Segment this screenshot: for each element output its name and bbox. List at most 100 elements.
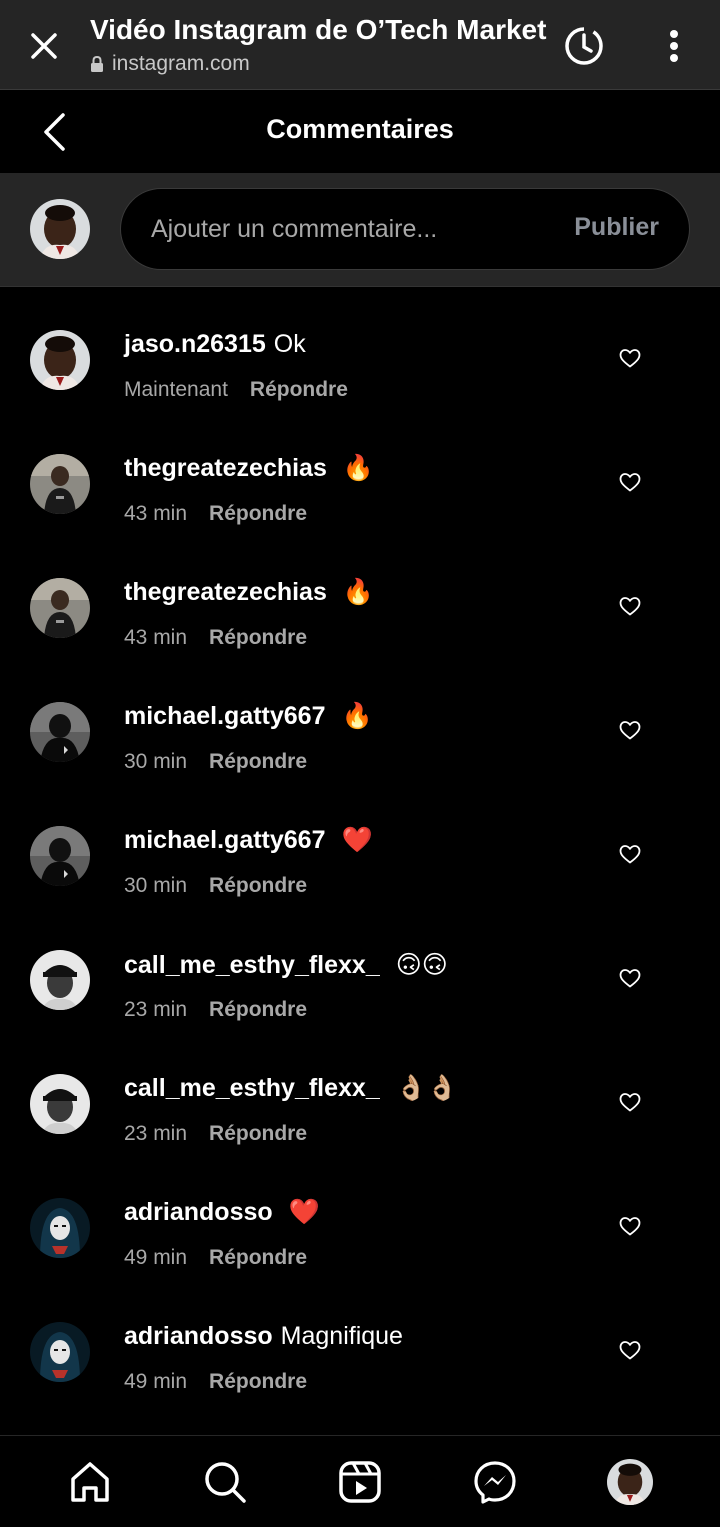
reply-button[interactable]: Répondre bbox=[209, 626, 307, 650]
comment-meta: Maintenant Répondre bbox=[124, 378, 348, 402]
comment-username[interactable]: call_me_esthy_flexx_ bbox=[124, 951, 380, 980]
search-icon[interactable] bbox=[201, 1458, 249, 1506]
avatar[interactable] bbox=[30, 702, 90, 762]
reply-button[interactable]: Répondre bbox=[209, 750, 307, 774]
comments-list: jaso.n26315 Ok Maintenant Répondre thegreate… bbox=[0, 310, 720, 1426]
more-vertical-icon[interactable] bbox=[654, 22, 694, 70]
heart-icon[interactable] bbox=[614, 1086, 646, 1118]
reels-icon[interactable] bbox=[336, 1458, 384, 1506]
heart-icon[interactable] bbox=[614, 1210, 646, 1242]
heart-icon[interactable] bbox=[614, 466, 646, 498]
comment-line: michael.gatty667 🔥 bbox=[124, 702, 373, 731]
reply-button[interactable]: Répondre bbox=[209, 998, 307, 1022]
comment-time: 49 min bbox=[124, 1246, 188, 1269]
heart-icon[interactable] bbox=[614, 590, 646, 622]
comment-row: call_me_esthy_flexx_ 👌🏼👌🏼 23 min Répondre bbox=[0, 1054, 720, 1178]
comment-emoji: ❤️ bbox=[341, 826, 373, 854]
comment-row: call_me_esthy_flexx_ 🙃🙃 23 min Répondre bbox=[0, 930, 720, 1054]
comment-line: adriandosso ❤️ bbox=[124, 1198, 320, 1227]
comment-emoji: 🔥 bbox=[341, 702, 373, 730]
comment-username[interactable]: michael.gatty667 bbox=[124, 826, 326, 855]
reply-button[interactable]: Répondre bbox=[209, 502, 307, 526]
comment-username[interactable]: jaso.n26315 bbox=[124, 330, 266, 359]
avatar bbox=[30, 199, 90, 259]
comment-text: Ok bbox=[273, 330, 306, 358]
reply-button[interactable]: Répondre bbox=[209, 1122, 307, 1146]
avatar[interactable] bbox=[30, 330, 90, 390]
page-header: Commentaires bbox=[0, 90, 720, 174]
avatar[interactable] bbox=[30, 454, 90, 514]
browser-title: Vidéo Instagram de O’Tech Market bbox=[90, 14, 547, 45]
comment-time: 43 min bbox=[124, 626, 188, 649]
comment-text: Magnifique bbox=[280, 1322, 403, 1350]
comment-username[interactable]: adriandosso bbox=[124, 1322, 273, 1351]
comment-username[interactable]: thegreatezechias bbox=[124, 578, 327, 607]
history-icon[interactable] bbox=[556, 22, 610, 70]
profile-avatar[interactable] bbox=[607, 1459, 653, 1505]
lock-icon bbox=[91, 55, 103, 72]
comment-row: thegreatezechias 🔥 43 min Répondre bbox=[0, 434, 720, 558]
heart-icon[interactable] bbox=[614, 962, 646, 994]
comment-emoji: ❤️ bbox=[288, 1198, 320, 1226]
comment-row: adriandosso Magnifique 49 min Répondre bbox=[0, 1302, 720, 1426]
avatar[interactable] bbox=[30, 1322, 90, 1382]
comment-meta: 49 min Répondre bbox=[124, 1370, 307, 1394]
comment-meta: 23 min Répondre bbox=[124, 998, 307, 1022]
avatar[interactable] bbox=[30, 1074, 90, 1134]
comment-username[interactable]: adriandosso bbox=[124, 1198, 273, 1227]
heart-icon[interactable] bbox=[614, 342, 646, 374]
comment-line: thegreatezechias 🔥 bbox=[124, 578, 374, 607]
comment-meta: 30 min Répondre bbox=[124, 874, 307, 898]
comment-username[interactable]: call_me_esthy_flexx_ bbox=[124, 1074, 380, 1103]
comment-meta: 43 min Répondre bbox=[124, 502, 307, 526]
comment-time: 23 min bbox=[124, 1122, 188, 1145]
avatar[interactable] bbox=[30, 826, 90, 886]
comment-time: Maintenant bbox=[124, 378, 228, 401]
comment-row: adriandosso ❤️ 49 min Répondre bbox=[0, 1178, 720, 1302]
comment-line: adriandosso Magnifique bbox=[124, 1322, 411, 1351]
comment-time: 30 min bbox=[124, 750, 188, 773]
comment-meta: 23 min Répondre bbox=[124, 1122, 307, 1146]
comment-time: 43 min bbox=[124, 502, 188, 525]
heart-icon[interactable] bbox=[614, 838, 646, 870]
comment-line: michael.gatty667 ❤️ bbox=[124, 826, 373, 855]
comment-line: call_me_esthy_flexx_ 🙃🙃 bbox=[124, 950, 448, 980]
comment-emoji: 🔥 bbox=[342, 578, 375, 606]
comment-row: jaso.n26315 Ok Maintenant Répondre bbox=[0, 310, 720, 434]
avatar[interactable] bbox=[30, 578, 90, 638]
reply-button[interactable]: Répondre bbox=[209, 1246, 307, 1270]
comment-meta: 49 min Répondre bbox=[124, 1246, 307, 1270]
comment-username[interactable]: thegreatezechias bbox=[124, 454, 327, 483]
comment-emoji: 🙃🙃 bbox=[395, 951, 448, 979]
heart-icon[interactable] bbox=[614, 1334, 646, 1366]
comment-line: thegreatezechias 🔥 bbox=[124, 454, 374, 483]
avatar[interactable] bbox=[30, 1198, 90, 1258]
comment-row: michael.gatty667 🔥 30 min Répondre bbox=[0, 682, 720, 806]
comment-meta: 30 min Répondre bbox=[124, 750, 307, 774]
browser-url[interactable]: instagram.com bbox=[90, 52, 250, 76]
comment-line: jaso.n26315 Ok bbox=[124, 330, 314, 359]
bottom-nav bbox=[0, 1435, 720, 1527]
messenger-icon[interactable] bbox=[471, 1458, 519, 1506]
comment-line: call_me_esthy_flexx_ 👌🏼👌🏼 bbox=[124, 1074, 458, 1103]
comment-row: michael.gatty667 ❤️ 30 min Répondre bbox=[0, 806, 720, 930]
reply-button[interactable]: Répondre bbox=[209, 874, 307, 898]
url-text: instagram.com bbox=[112, 52, 250, 75]
comment-emoji: 👌🏼👌🏼 bbox=[395, 1074, 459, 1102]
comment-row: thegreatezechias 🔥 43 min Répondre bbox=[0, 558, 720, 682]
comment-username[interactable]: michael.gatty667 bbox=[124, 702, 326, 731]
comment-input[interactable] bbox=[151, 189, 551, 269]
comment-time: 49 min bbox=[124, 1370, 188, 1393]
heart-icon[interactable] bbox=[614, 714, 646, 746]
comment-time: 30 min bbox=[124, 874, 188, 897]
reply-button[interactable]: Répondre bbox=[250, 378, 348, 402]
avatar[interactable] bbox=[30, 950, 90, 1010]
publish-button[interactable]: Publier bbox=[574, 213, 659, 242]
reply-button[interactable]: Répondre bbox=[209, 1370, 307, 1394]
comment-time: 23 min bbox=[124, 998, 188, 1021]
comment-composer: Publier bbox=[0, 174, 720, 287]
page-title: Commentaires bbox=[266, 114, 454, 144]
browser-bar: Vidéo Instagram de O’Tech Market instagr… bbox=[0, 0, 720, 90]
home-icon[interactable] bbox=[66, 1458, 114, 1506]
close-icon[interactable] bbox=[22, 24, 66, 68]
